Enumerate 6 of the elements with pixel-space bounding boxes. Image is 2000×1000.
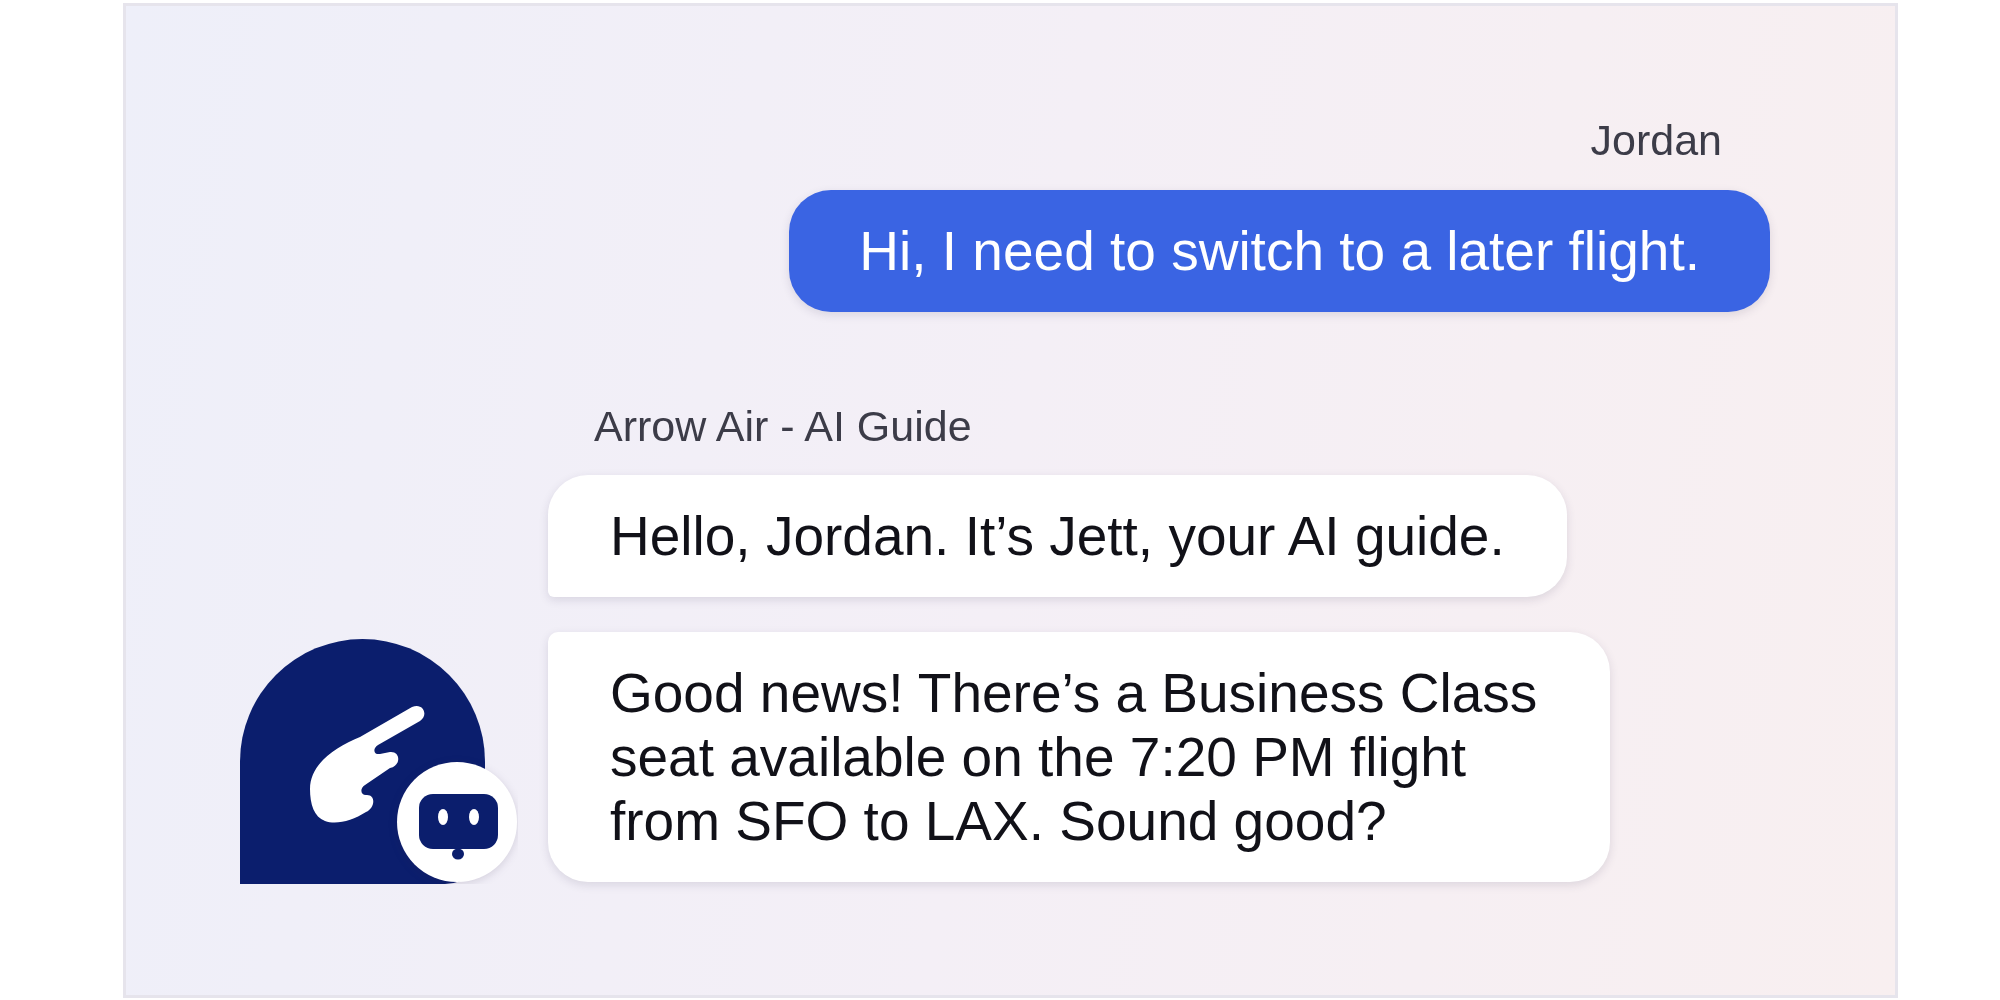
sender-name: Arrow Air - AI Guide	[594, 401, 972, 451]
sender-name: Jordan	[1590, 115, 1722, 165]
robot-icon	[397, 762, 517, 882]
message-bubble: Good news! There’s a Business Class seat available on the 7:20 PM flight from SFO to LAX. Sound good?	[548, 632, 1610, 882]
message-bubble: Hi, I need to switch to a later flight.	[789, 190, 1770, 312]
message-bubble: Hello, Jordan. It’s Jett, your AI guide.	[548, 475, 1567, 597]
